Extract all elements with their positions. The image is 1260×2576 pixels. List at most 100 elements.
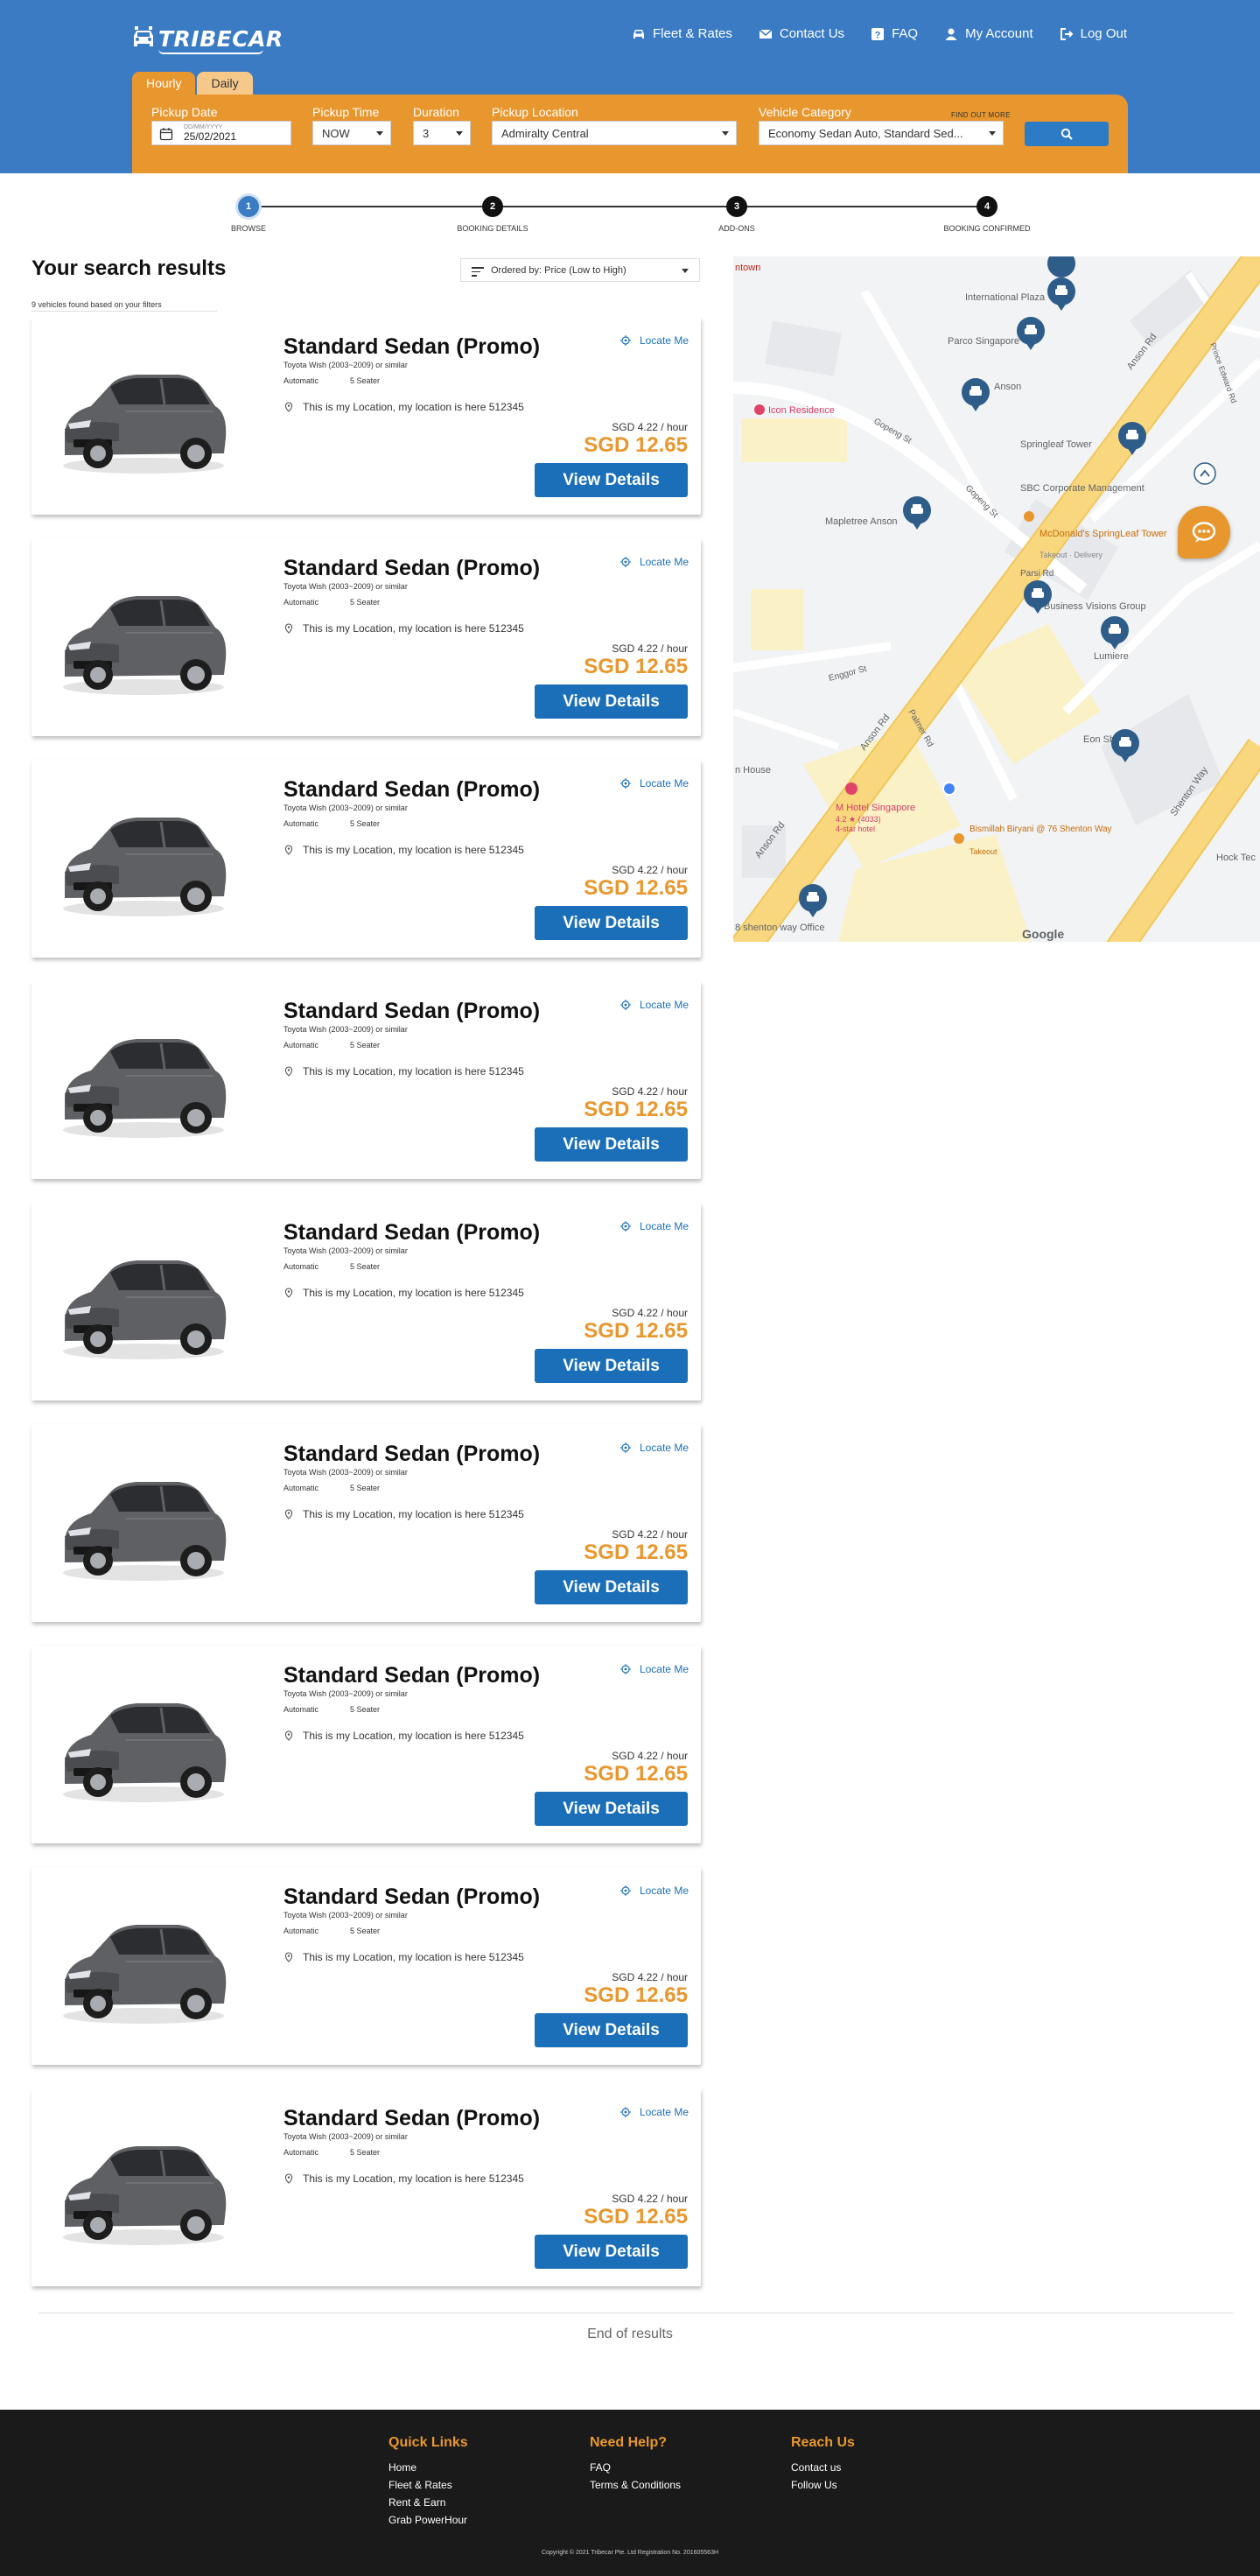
nav-label: Contact Us — [779, 26, 845, 41]
pickup-time-select[interactable]: NOW — [312, 121, 391, 145]
locate-me-link[interactable]: Locate Me — [620, 1442, 689, 1454]
search-button[interactable] — [1025, 122, 1109, 146]
search-bar: Pickup Date DD/MM/YYYY 25/02/2021 Pickup… — [132, 95, 1128, 173]
hourly-rate: SGD 4.22 / hour — [612, 421, 688, 433]
nav-label: Fleet & Rates — [652, 26, 732, 41]
recenter-button[interactable] — [1194, 462, 1216, 485]
map-label-town: ntown — [735, 263, 760, 273]
vehicle-image[interactable] — [56, 1236, 231, 1367]
nav-fleet-rates[interactable]: Fleet & Rates — [632, 26, 732, 41]
nav-my-account[interactable]: My Account — [944, 26, 1033, 41]
locate-me-label: Locate Me — [639, 556, 689, 568]
my-location-icon — [942, 782, 956, 796]
location-pin-icon — [284, 845, 293, 855]
footer-link-terms[interactable]: Terms & Conditions — [590, 2479, 681, 2491]
vehicle-title[interactable]: Standard Sedan (Promo) — [284, 556, 540, 581]
map-label-m-hotel-rating: 4.2 ★ (4033) — [836, 815, 881, 824]
view-details-button[interactable]: View Details — [535, 906, 688, 940]
crosshair-icon — [620, 1442, 631, 1453]
tab-hourly[interactable]: Hourly — [132, 72, 196, 95]
footer-link-home[interactable]: Home — [388, 2461, 468, 2474]
vehicle-image[interactable] — [56, 1900, 231, 2032]
duration-select[interactable]: 3 — [413, 121, 471, 145]
footer-link-grab-powerhour[interactable]: Grab PowerHour — [388, 2514, 468, 2526]
find-out-more-link[interactable]: FIND OUT MORE — [951, 111, 1011, 119]
user-icon — [945, 28, 957, 40]
vehicle-category-select[interactable]: Economy Sedan Auto, Standard Sed... — [759, 121, 1004, 145]
results-map[interactable]: ntown International Plaza Parco Singapor… — [733, 256, 1260, 942]
logo-text: TRIBECAR — [158, 25, 284, 52]
step-1-label: BROWSE — [230, 224, 267, 233]
locate-me-link[interactable]: Locate Me — [620, 1220, 689, 1232]
pickup-date-input[interactable]: DD/MM/YYYY 25/02/2021 — [151, 121, 291, 145]
location-pin-icon — [284, 402, 293, 412]
locate-me-label: Locate Me — [639, 1220, 689, 1232]
view-details-button[interactable]: View Details — [535, 2013, 688, 2047]
locate-me-link[interactable]: Locate Me — [620, 777, 689, 790]
crosshair-icon — [620, 335, 631, 346]
locate-me-link[interactable]: Locate Me — [620, 999, 689, 1011]
vehicle-title[interactable]: Standard Sedan (Promo) — [284, 1663, 540, 1688]
vehicle-seats: 5 Seater — [350, 598, 381, 607]
footer-heading: Reach Us — [791, 2435, 855, 2450]
map-label-icon-residence: Icon Residence — [768, 405, 835, 416]
envelope-icon — [759, 28, 773, 39]
vehicle-title[interactable]: Standard Sedan (Promo) — [284, 334, 540, 360]
view-details-button[interactable]: View Details — [535, 2235, 688, 2269]
vehicle-title[interactable]: Standard Sedan (Promo) — [284, 1220, 540, 1246]
tab-daily[interactable]: Daily — [197, 72, 253, 95]
nav-label: My Account — [965, 26, 1033, 41]
view-details-button[interactable]: View Details — [535, 463, 688, 497]
view-details-button[interactable]: View Details — [535, 1792, 688, 1826]
vehicle-title[interactable]: Standard Sedan (Promo) — [284, 1442, 540, 1467]
view-details-button[interactable]: View Details — [535, 1570, 688, 1604]
chat-button[interactable] — [1178, 506, 1230, 558]
vehicle-image[interactable] — [56, 1679, 231, 1810]
total-price: SGD 12.65 — [584, 876, 688, 900]
logout-icon — [1060, 27, 1074, 40]
tribecar-logo[interactable]: TRIBECAR — [132, 21, 284, 56]
footer-link-rent-earn[interactable]: Rent & Earn — [388, 2496, 468, 2509]
sort-order-select[interactable]: Ordered by: Price (Low to High) — [460, 258, 700, 282]
footer-link-faq[interactable]: FAQ — [590, 2461, 681, 2474]
vehicle-image[interactable] — [56, 350, 231, 481]
view-details-button[interactable]: View Details — [535, 684, 688, 719]
nav-contact-us[interactable]: Contact Us — [759, 26, 844, 41]
duration-label: Duration — [413, 105, 459, 119]
nav-log-out[interactable]: Log Out — [1060, 26, 1127, 41]
pickup-time-value: NOW — [322, 126, 350, 140]
vehicle-image[interactable] — [56, 2122, 231, 2253]
vehicle-model: Toyota Wish (2003~2009) or similar — [284, 804, 408, 812]
footer-link-fleet-rates[interactable]: Fleet & Rates — [388, 2479, 468, 2491]
vehicle-transmission: Automatic — [284, 2148, 319, 2157]
view-details-button[interactable]: View Details — [535, 1349, 688, 1383]
vehicle-seats: 5 Seater — [350, 376, 381, 385]
svg-text:?: ? — [875, 30, 881, 40]
google-logo: Google — [1022, 927, 1064, 941]
hotel-pin-icon — [845, 783, 858, 795]
vehicle-image[interactable] — [56, 572, 231, 703]
site-header: TRIBECAR Fleet & Rates Contact Us ? FAQ … — [0, 0, 1260, 173]
crosshair-icon — [620, 1221, 631, 1232]
map-label-parco: Parco Singapore — [948, 336, 1019, 347]
vehicle-title[interactable]: Standard Sedan (Promo) — [284, 2106, 540, 2131]
footer-link-follow[interactable]: Follow Us — [791, 2479, 855, 2491]
vehicle-image[interactable] — [56, 1014, 231, 1146]
vehicle-title[interactable]: Standard Sedan (Promo) — [284, 777, 540, 803]
map-canvas[interactable]: ntown International Plaza Parco Singapor… — [733, 256, 1260, 942]
locate-me-link[interactable]: Locate Me — [620, 1663, 689, 1675]
vehicle-image[interactable] — [56, 793, 231, 924]
nav-faq[interactable]: ? FAQ — [871, 26, 918, 41]
vehicle-title[interactable]: Standard Sedan (Promo) — [284, 999, 540, 1024]
vehicle-title[interactable]: Standard Sedan (Promo) — [284, 1885, 540, 1910]
locate-me-link[interactable]: Locate Me — [620, 1885, 689, 1897]
view-details-button[interactable]: View Details — [535, 1127, 688, 1162]
locate-me-link[interactable]: Locate Me — [620, 2106, 689, 2118]
locate-me-link[interactable]: Locate Me — [620, 334, 689, 347]
locate-me-link[interactable]: Locate Me — [620, 556, 689, 568]
step-1: 1 — [238, 196, 259, 217]
vehicle-image[interactable] — [56, 1457, 231, 1589]
pickup-location-select[interactable]: Admiralty Central — [492, 121, 737, 145]
footer-link-contact[interactable]: Contact us — [791, 2461, 855, 2474]
vehicle-location-text: This is my Location, my location is here… — [303, 622, 524, 635]
